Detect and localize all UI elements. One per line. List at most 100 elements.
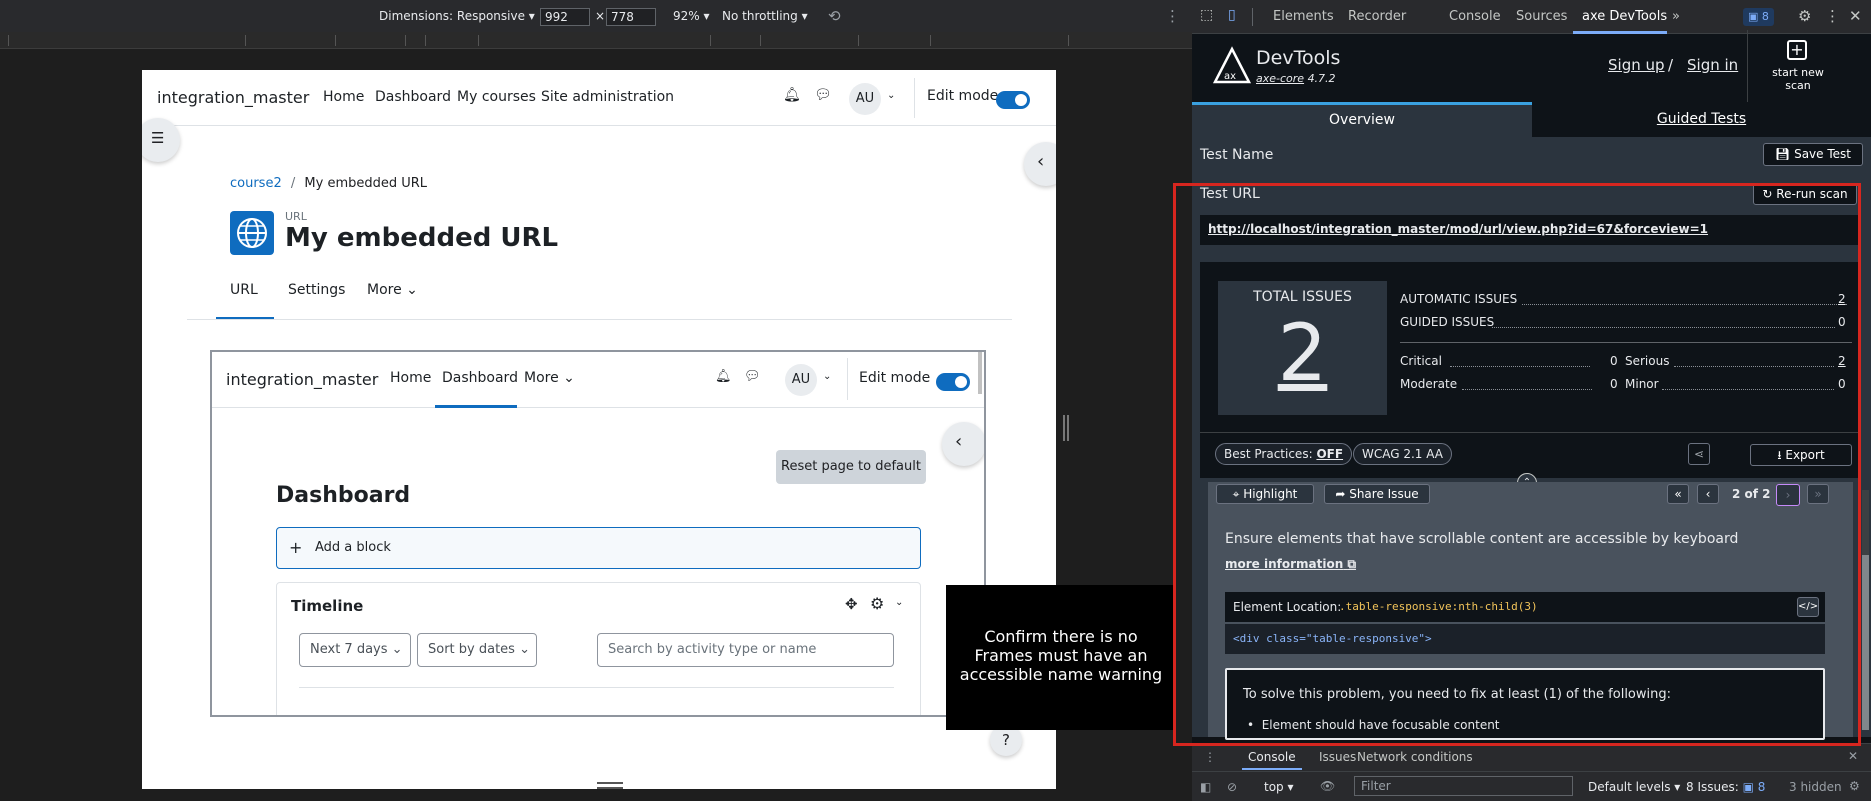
overview-tab[interactable]: Overview: [1192, 102, 1532, 137]
start-new-scan-button[interactable]: + start new scan: [1758, 38, 1838, 98]
messages-icon[interactable]: 💬︎: [814, 87, 832, 103]
devtools-tab-bar: ⬚ ▯ Elements Recorder Console Sources ax…: [1192, 0, 1871, 34]
breadcrumb-sep: /: [290, 176, 296, 191]
devtools-menu-icon[interactable]: ⋮: [1825, 7, 1840, 25]
drawer-toggle-button[interactable]: ‹: [1024, 142, 1056, 186]
device-toggle-icon[interactable]: ▯: [1228, 7, 1236, 23]
sort-select[interactable]: Sort by dates ⌄: [417, 633, 537, 667]
tab-url[interactable]: URL: [230, 282, 258, 298]
drawer-tab-issues[interactable]: Issues: [1319, 750, 1356, 764]
embedded-scrollbar[interactable]: [978, 352, 982, 394]
course-index-button[interactable]: ☰: [142, 118, 180, 162]
embedded-avatar[interactable]: AU: [785, 364, 817, 396]
nav-home[interactable]: Home: [323, 89, 364, 105]
throttling-value: No throttling: [722, 9, 798, 23]
clear-console-icon[interactable]: ⊘: [1227, 780, 1237, 794]
embedded-divider: [847, 358, 848, 400]
guided-tests-tab[interactable]: Guided Tests: [1532, 102, 1871, 137]
tab-sources[interactable]: Sources: [1516, 9, 1567, 24]
tooltip: Confirm there is no Frames must have an …: [946, 585, 1176, 730]
tab-axe-devtools[interactable]: axe DevTools: [1582, 9, 1667, 24]
header-divider: [1747, 30, 1748, 102]
axe-logo-icon: ax: [1212, 46, 1252, 86]
resize-handle[interactable]: [597, 782, 623, 789]
nav-dashboard[interactable]: Dashboard: [375, 89, 451, 105]
close-drawer-icon[interactable]: ✕: [1848, 749, 1858, 763]
nav-my-courses[interactable]: My courses: [457, 89, 536, 105]
embedded-bell-icon[interactable]: 🔔︎: [715, 369, 732, 384]
throttling-select[interactable]: No throttling ▾: [722, 9, 808, 23]
context-label: top: [1264, 780, 1284, 794]
embedded-chevron-left-icon: ‹: [955, 431, 963, 452]
breadcrumb: course2 / My embedded URL: [230, 176, 427, 191]
embedded-chevron-down-icon[interactable]: ⌄: [823, 371, 831, 382]
tab-console[interactable]: Console: [1449, 9, 1501, 24]
block-menu-chevron-icon[interactable]: ⌄: [895, 597, 903, 608]
page-title: My embedded URL: [285, 223, 559, 253]
axe-core-link[interactable]: axe-core: [1256, 72, 1304, 85]
edit-mode-toggle[interactable]: [996, 91, 1030, 109]
site-name[interactable]: integration_master: [157, 88, 309, 107]
breadcrumb-course[interactable]: course2: [230, 176, 282, 191]
drawer-tab-console[interactable]: Console: [1248, 750, 1296, 764]
save-test-label: Save Test: [1794, 147, 1851, 161]
embedded-site-name[interactable]: integration_master: [226, 370, 378, 389]
panel-scrollbar-thumb[interactable]: [1862, 555, 1869, 730]
issues-count[interactable]: 8 Issues: ▣ 8: [1686, 780, 1765, 794]
reset-page-button[interactable]: Reset page to default: [776, 450, 926, 484]
eye-icon[interactable]: 👁︎: [1320, 779, 1335, 793]
embedded-nav-more[interactable]: More ⌄: [524, 370, 575, 386]
days-filter-select[interactable]: Next 7 days ⌄: [299, 633, 411, 667]
more-options-icon[interactable]: ⋮: [1165, 7, 1180, 25]
chevron-left-icon: ‹: [1037, 151, 1045, 172]
tab-recorder[interactable]: Recorder: [1348, 9, 1406, 24]
zoom-select[interactable]: 92% ▾: [673, 9, 710, 23]
close-devtools-icon[interactable]: ✕: [1849, 7, 1862, 25]
gear-icon[interactable]: ⚙: [870, 594, 884, 613]
tab-elements[interactable]: Elements: [1273, 9, 1334, 24]
rotate-icon[interactable]: ⟲: [828, 7, 841, 25]
tab-more[interactable]: More ⌄: [367, 282, 418, 298]
console-filter-input[interactable]: Filter: [1354, 776, 1573, 796]
timeline-title: Timeline: [291, 597, 364, 615]
zoom-value: 92%: [673, 9, 700, 23]
embedded-messages-icon[interactable]: 💬︎: [744, 369, 761, 384]
plus-box-icon: +: [1787, 40, 1807, 60]
drawer-menu-icon[interactable]: ⋮: [1204, 750, 1216, 764]
dimensions-select[interactable]: Dimensions: Responsive ▾: [379, 9, 535, 23]
context-select[interactable]: top ▾: [1264, 780, 1294, 794]
sign-in-link[interactable]: Sign in: [1687, 56, 1738, 74]
bell-icon[interactable]: 🔔︎: [783, 87, 801, 103]
embedded-nav-home[interactable]: Home: [390, 370, 431, 386]
breadcrumb-current: My embedded URL: [304, 176, 428, 191]
embedded-nav-dashboard[interactable]: Dashboard: [442, 370, 518, 386]
save-test-button[interactable]: 💾︎ Save Test: [1763, 143, 1863, 166]
timeline-search-input[interactable]: Search by activity type or name: [597, 633, 894, 667]
activity-type: URL: [285, 210, 307, 223]
settings-gear-icon[interactable]: ⚙: [1798, 7, 1811, 25]
sign-up-link[interactable]: Sign up: [1608, 56, 1665, 74]
issues-badge[interactable]: ▣ 8: [1743, 8, 1774, 26]
embedded-drawer-button[interactable]: ‹: [942, 422, 984, 466]
nav-site-administration[interactable]: Site administration: [541, 89, 674, 105]
list-icon: ☰: [151, 129, 165, 147]
width-input[interactable]: 992: [540, 8, 590, 26]
levels-label: Default levels: [1588, 780, 1671, 794]
more-tabs-icon[interactable]: »: [1672, 9, 1680, 24]
embedded-edit-mode-toggle[interactable]: [936, 373, 970, 391]
hidden-count: 3 hidden: [1789, 780, 1842, 794]
inspect-icon[interactable]: ⬚: [1200, 7, 1213, 23]
tab-settings[interactable]: Settings: [288, 282, 345, 298]
sidebar-toggle-icon[interactable]: ◧: [1200, 780, 1211, 794]
levels-select[interactable]: Default levels ▾: [1588, 780, 1680, 794]
console-settings-icon[interactable]: ⚙: [1849, 779, 1860, 793]
add-block-button[interactable]: + Add a block: [276, 527, 921, 569]
move-icon[interactable]: ✥: [845, 595, 858, 613]
chevron-down-icon[interactable]: ⌄: [887, 90, 895, 101]
page-viewport: integration_master Home Dashboard My cou…: [142, 70, 1056, 789]
embedded-active-indicator: [435, 405, 517, 408]
drawer-tab-network-conditions[interactable]: Network conditions: [1357, 750, 1473, 764]
height-input[interactable]: 778: [606, 8, 656, 26]
viewport-resize-handle[interactable]: [1063, 415, 1069, 441]
avatar[interactable]: AU: [849, 83, 881, 115]
